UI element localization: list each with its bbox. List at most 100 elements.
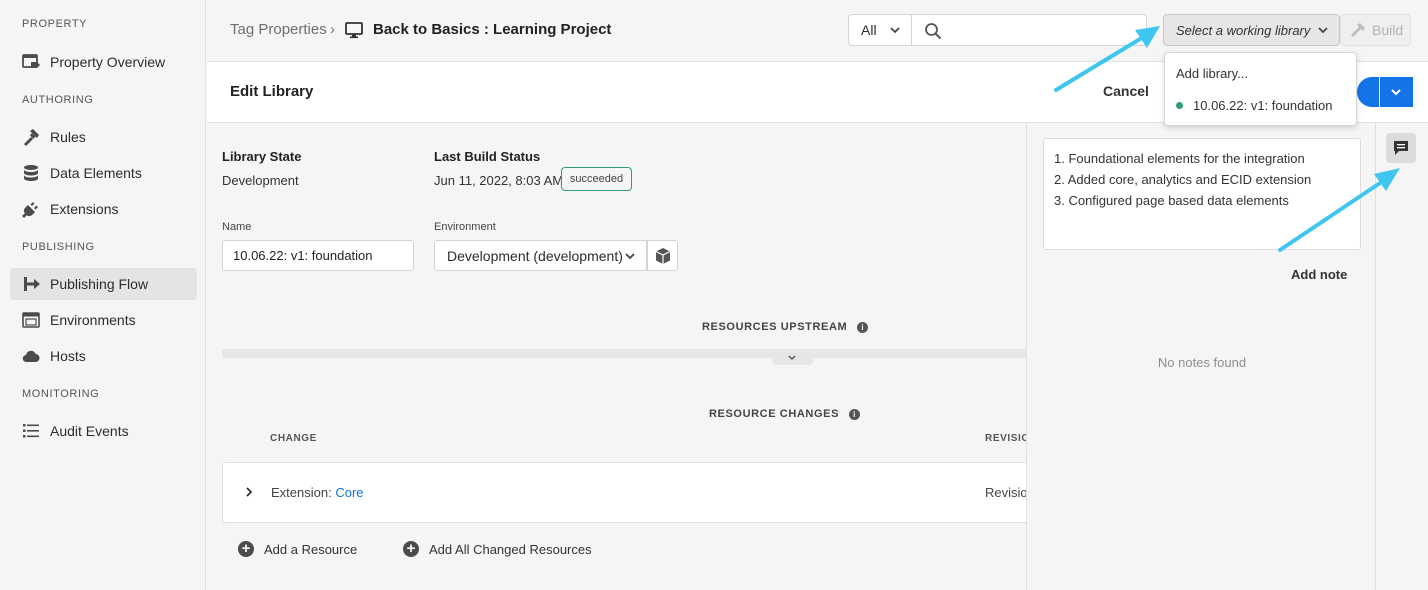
table-row[interactable]: Extension: Core Revisio [222, 462, 1026, 523]
save-options-button[interactable] [1379, 77, 1411, 107]
sidebar-item-label: Audit Events [50, 423, 129, 439]
sidebar-item-extensions[interactable]: Extensions [10, 193, 197, 225]
add-circle-icon: + [403, 541, 419, 557]
package-icon [655, 248, 671, 264]
search-input[interactable] [952, 19, 1138, 41]
environment-value: Development (development) [447, 247, 623, 264]
chevron-down-icon [890, 27, 900, 34]
chevron-down-icon [1318, 27, 1328, 34]
sidebar-item-publishing-flow[interactable]: Publishing Flow [10, 268, 197, 300]
note-line: 2. Added core, analytics and ECID extens… [1054, 172, 1312, 187]
publishing-flow-icon [22, 275, 40, 293]
comment-icon [1394, 141, 1408, 155]
note-line: 1. Foundational elements for the integra… [1054, 151, 1305, 166]
sidebar-section-monitoring: MONITORING [22, 388, 100, 400]
name-label: Name [222, 221, 252, 233]
add-library-menu-item[interactable]: Add library... [1176, 66, 1248, 81]
sidebar-item-hosts[interactable]: Hosts [10, 340, 197, 372]
add-resource-label: Add a Resource [264, 541, 358, 557]
library-dropdown-menu: Add library... 10.06.22: v1: foundation [1164, 52, 1357, 126]
library-state-value: Development [222, 173, 299, 188]
library-editor: Library State Development Last Build Sta… [207, 123, 1026, 590]
sidebar-section-authoring: AUTHORING [22, 94, 94, 106]
environment-label: Environment [434, 221, 496, 233]
change-label: Extension: Core [271, 485, 364, 500]
sidebar-item-label: Environments [50, 312, 136, 328]
sidebar: PROPERTY Property Overview AUTHORING Rul… [0, 0, 206, 590]
info-icon[interactable]: i [857, 321, 869, 333]
chevron-right-icon[interactable] [243, 486, 255, 498]
right-rail [1377, 123, 1428, 590]
rules-icon [22, 128, 40, 146]
notes-toggle-button[interactable] [1386, 133, 1416, 163]
resource-changes-title: RESOURCE CHANGES [709, 408, 840, 420]
sidebar-item-data-elements[interactable]: Data Elements [10, 157, 197, 189]
add-all-changed-label: Add All Changed Resources [429, 541, 592, 557]
chevron-down-icon [625, 253, 635, 260]
working-library-label: Select a working library [1176, 22, 1311, 38]
info-icon[interactable]: i [849, 408, 861, 420]
sidebar-item-label: Hosts [50, 348, 86, 364]
status-badge: succeeded [561, 167, 632, 191]
monitor-icon [345, 22, 363, 39]
breadcrumb-tag-properties[interactable]: Tag Properties [230, 21, 327, 38]
build-label: Build [1372, 22, 1404, 38]
empty-notes-message: No notes found [1157, 355, 1247, 370]
add-note-button[interactable]: Add note [1291, 267, 1347, 282]
sidebar-item-label: Property Overview [50, 54, 166, 70]
library-menu-item[interactable]: 10.06.22: v1: foundation [1176, 98, 1333, 113]
list-icon [22, 422, 40, 440]
change-resource-link[interactable]: Core [335, 485, 363, 500]
hammer-icon [1351, 23, 1365, 37]
sidebar-section-publishing: PUBLISHING [22, 241, 95, 253]
search-scope-select[interactable]: All [848, 14, 912, 46]
library-state-label: Library State [222, 149, 302, 164]
property-overview-icon [22, 53, 40, 71]
search-icon [925, 23, 942, 40]
library-menu-item-label: 10.06.22: v1: foundation [1193, 98, 1333, 113]
note-line: 3. Configured page based data elements [1054, 193, 1289, 208]
search-field[interactable] [911, 14, 1147, 46]
breadcrumb-separator: › [330, 21, 335, 38]
sidebar-section-property: PROPERTY [22, 18, 88, 30]
build-status-label: Last Build Status [434, 149, 541, 164]
status-dot-icon [1176, 102, 1183, 109]
change-type: Extension: [271, 485, 332, 500]
sidebar-item-label: Publishing Flow [50, 276, 149, 292]
notes-panel: 1. Foundational elements for the integra… [1026, 123, 1376, 590]
change-revision: Revisio [985, 485, 1026, 500]
sidebar-item-rules[interactable]: Rules [10, 121, 197, 153]
database-icon [22, 164, 40, 182]
sidebar-item-audit-events[interactable]: Audit Events [10, 415, 197, 447]
working-library-select[interactable]: Select a working library [1163, 14, 1340, 46]
sidebar-item-label: Extensions [50, 201, 119, 217]
note-textarea[interactable]: 1. Foundational elements for the integra… [1043, 138, 1361, 250]
sidebar-item-label: Data Elements [50, 165, 142, 181]
column-header-change: CHANGE [270, 433, 317, 444]
add-all-changed-button[interactable]: + Add All Changed Resources [403, 541, 592, 557]
environment-package-button[interactable] [647, 240, 678, 271]
resources-upstream-title: RESOURCES UPSTREAM [702, 321, 848, 333]
sidebar-item-label: Rules [50, 129, 86, 145]
sidebar-item-property-overview[interactable]: Property Overview [10, 46, 197, 78]
build-status-date: Jun 11, 2022, 8:03 AM [434, 173, 564, 188]
resource-changes-heading: RESOURCE CHANGES i [709, 408, 861, 420]
build-button[interactable]: Build [1340, 14, 1411, 46]
page-title: Edit Library [230, 83, 314, 100]
environment-select[interactable]: Development (development) [434, 240, 647, 271]
plug-icon [22, 200, 40, 218]
library-name-input[interactable] [222, 240, 414, 271]
resources-upstream-heading: RESOURCES UPSTREAM i [702, 321, 869, 333]
sidebar-item-environments[interactable]: Environments [10, 304, 197, 336]
chevron-down-icon [788, 355, 796, 361]
cloud-icon [22, 347, 40, 365]
upstream-collapsed-bar [222, 349, 1026, 358]
environments-icon [22, 311, 40, 329]
add-resource-button[interactable]: + Add a Resource [238, 541, 357, 557]
cancel-button[interactable]: Cancel [1103, 83, 1149, 99]
chevron-down-icon [1391, 89, 1401, 96]
upstream-expand-toggle[interactable] [772, 349, 813, 365]
search-scope-value: All [861, 22, 877, 38]
add-circle-icon: + [238, 541, 254, 557]
breadcrumb-project-name: Back to Basics : Learning Project [373, 21, 612, 38]
